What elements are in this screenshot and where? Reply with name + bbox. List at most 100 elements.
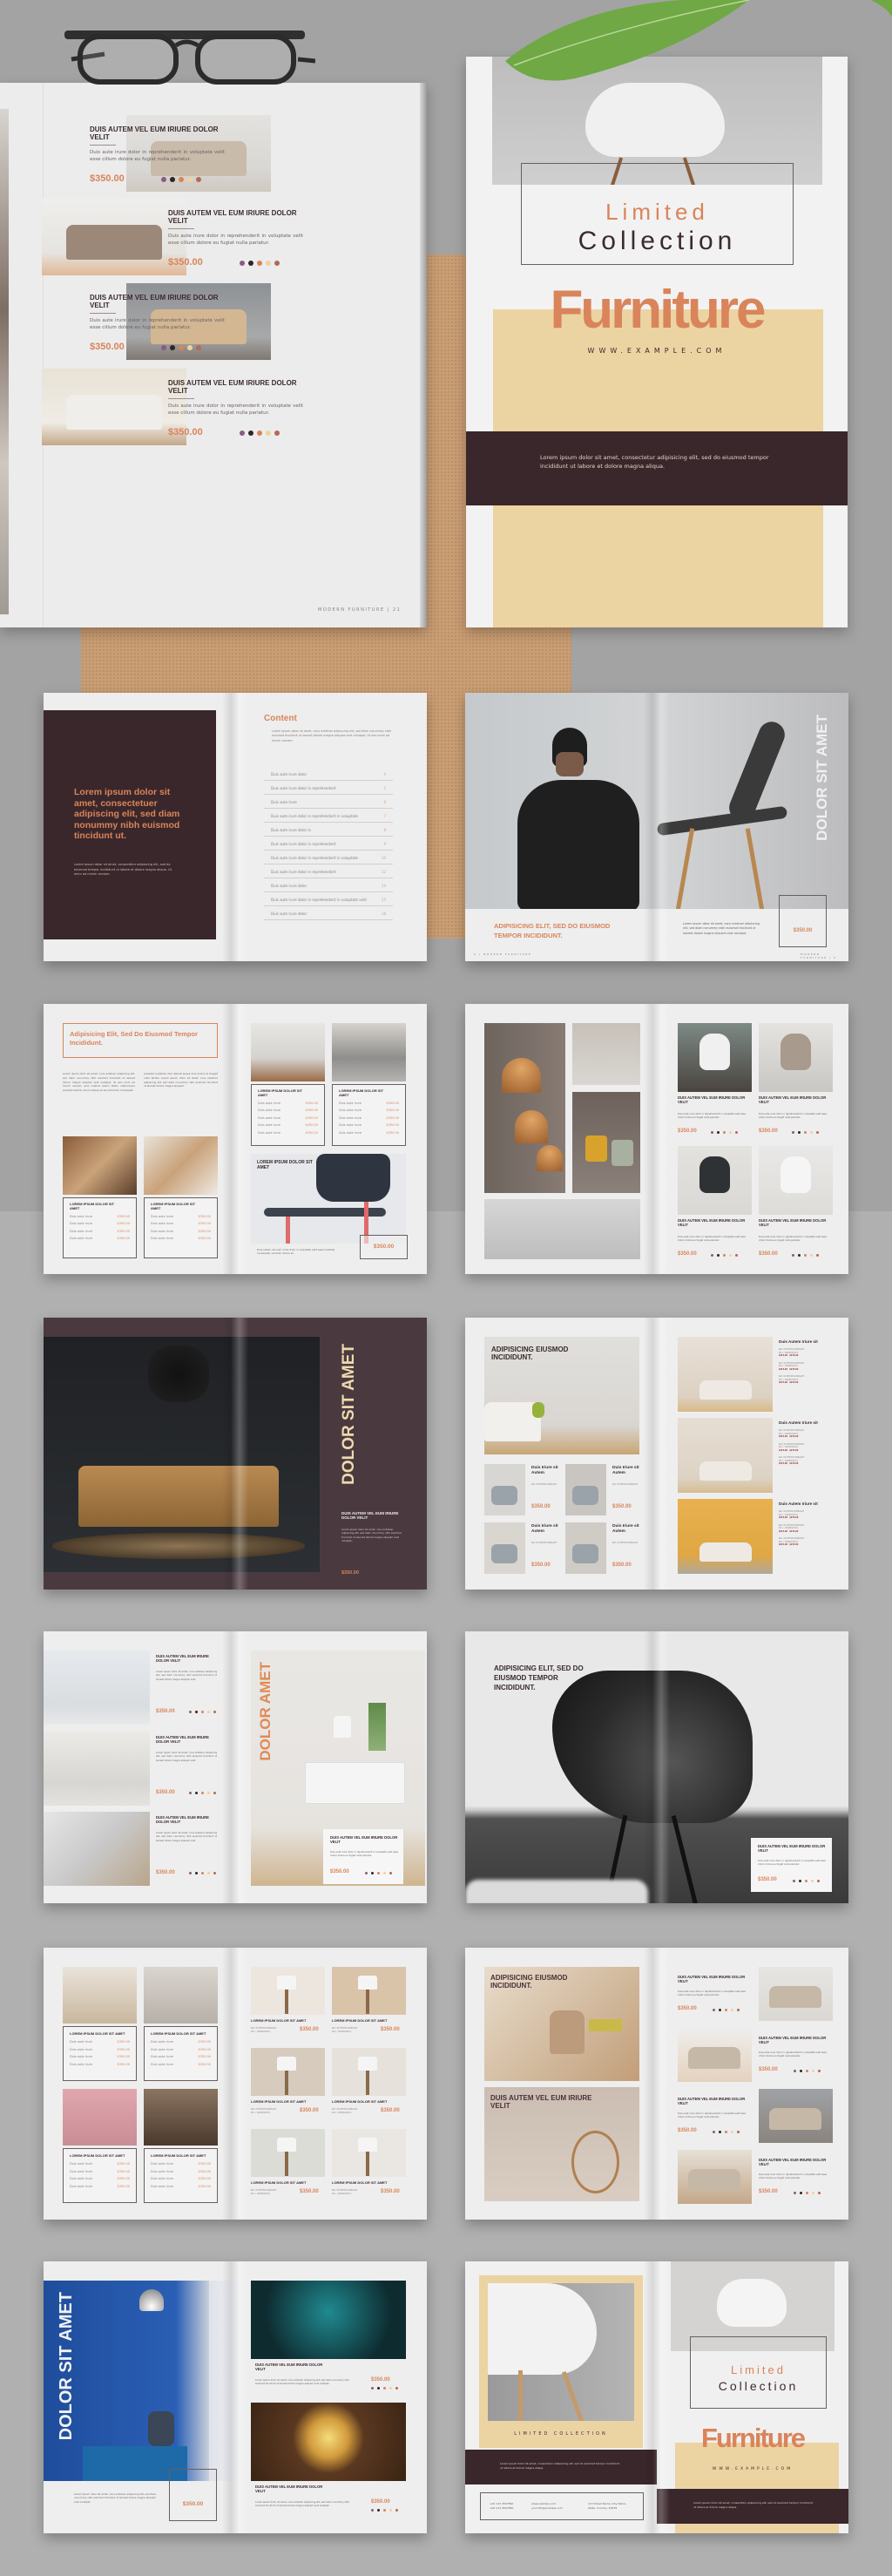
color-swatch[interactable]: #8a5a84 <box>240 430 245 436</box>
color-swatch[interactable]: #d9845a <box>383 2509 386 2512</box>
color-swatch[interactable]: #8a5a84 <box>792 1254 794 1257</box>
color-swatch[interactable]: #b26a55 <box>818 2070 821 2072</box>
toc-item[interactable]: Duis aute irure dolor 18 <box>264 906 393 920</box>
color-swatch[interactable]: #ecd3a2 <box>729 1254 732 1257</box>
cover-url[interactable]: WWW.EXAMPLE.COM <box>466 347 848 355</box>
color-swatch[interactable]: #2f2527 <box>170 345 175 350</box>
color-swatch[interactable]: #d9845a <box>201 1711 204 1713</box>
color-swatch[interactable]: #8a5a84 <box>371 2509 374 2512</box>
front-url[interactable]: WWW.EXAMPLE.COM <box>657 2467 848 2471</box>
color-swatch[interactable]: #2f2527 <box>719 2131 721 2133</box>
color-swatch[interactable]: #8a5a84 <box>161 345 166 350</box>
color-swatch[interactable]: #ecd3a2 <box>383 1872 386 1874</box>
color-swatch[interactable]: #2f2527 <box>170 177 175 182</box>
color-swatch[interactable]: #b26a55 <box>274 430 280 436</box>
toc-item[interactable]: Duis aute irure 6 <box>264 795 393 809</box>
contact-email[interactable]: yourinfo@example.com <box>531 2506 563 2511</box>
color-swatch[interactable]: #d9845a <box>179 177 184 182</box>
color-swatch[interactable]: #b26a55 <box>196 345 201 350</box>
color-swatch[interactable]: #8a5a84 <box>189 1872 192 1874</box>
color-swatch[interactable]: #8a5a84 <box>161 177 166 182</box>
color-swatch[interactable]: #2f2527 <box>800 2070 802 2072</box>
color-swatch[interactable]: #d9845a <box>179 345 184 350</box>
color-swatch[interactable]: #b26a55 <box>213 1792 216 1794</box>
color-swatch[interactable]: #b26a55 <box>817 1880 820 1882</box>
color-swatch[interactable]: #b26a55 <box>816 1254 819 1257</box>
color-swatch[interactable]: #d9845a <box>201 1792 204 1794</box>
color-swatch[interactable]: #d9845a <box>201 1872 204 1874</box>
color-swatch[interactable]: #ecd3a2 <box>266 261 271 266</box>
color-swatch[interactable]: #2f2527 <box>195 1711 198 1713</box>
color-swatch[interactable]: #8a5a84 <box>794 2192 796 2194</box>
color-swatch[interactable]: #2f2527 <box>248 261 253 266</box>
color-swatch[interactable]: #8a5a84 <box>240 261 245 266</box>
toc-item[interactable]: Duis aute irure dolor in reprehenderit 5 <box>264 781 393 795</box>
color-swatch[interactable]: #8a5a84 <box>365 1872 368 1874</box>
color-swatch[interactable]: #d9845a <box>257 261 262 266</box>
color-swatch[interactable]: #ecd3a2 <box>812 2070 814 2072</box>
color-swatch[interactable]: #2f2527 <box>195 1872 198 1874</box>
toc-item[interactable]: Duis aute irure dolor in reprehenderit i… <box>264 851 393 864</box>
color-swatch[interactable]: #ecd3a2 <box>811 1880 814 1882</box>
color-swatch[interactable]: #8a5a84 <box>189 1711 192 1713</box>
color-swatch[interactable]: #d9845a <box>725 2009 727 2011</box>
color-swatch[interactable]: #d9845a <box>723 1254 726 1257</box>
color-swatch[interactable]: #d9845a <box>805 1880 808 1882</box>
color-swatch[interactable]: #b26a55 <box>395 2387 398 2390</box>
color-swatch[interactable]: #b26a55 <box>213 1872 216 1874</box>
color-swatch[interactable]: #2f2527 <box>371 1872 374 1874</box>
color-swatch[interactable]: #8a5a84 <box>794 2070 796 2072</box>
color-swatch[interactable]: #b26a55 <box>818 2192 821 2194</box>
color-swatch[interactable]: #2f2527 <box>798 1254 801 1257</box>
color-swatch[interactable]: #ecd3a2 <box>731 2009 733 2011</box>
color-swatch[interactable]: #ecd3a2 <box>187 177 193 182</box>
color-swatch[interactable]: #2f2527 <box>717 1254 720 1257</box>
color-swatch[interactable]: #ecd3a2 <box>731 2131 733 2133</box>
color-swatch[interactable]: #b26a55 <box>395 2509 398 2512</box>
color-swatch[interactable]: #8a5a84 <box>711 1254 713 1257</box>
color-swatch[interactable]: #8a5a84 <box>713 2009 715 2011</box>
color-swatch[interactable]: #2f2527 <box>195 1792 198 1794</box>
color-swatch[interactable]: #ecd3a2 <box>187 345 193 350</box>
color-swatch[interactable]: #d9845a <box>383 2387 386 2390</box>
color-swatch[interactable]: #ecd3a2 <box>810 1254 813 1257</box>
color-swatch[interactable]: #ecd3a2 <box>266 430 271 436</box>
color-swatch[interactable]: #ecd3a2 <box>389 2509 392 2512</box>
color-swatch[interactable]: #b26a55 <box>735 1254 738 1257</box>
toc-item[interactable]: Duis aute irure dolor in 8 <box>264 823 393 837</box>
toc-item[interactable]: Duis aute irure dolor in reprehenderit 12 <box>264 864 393 878</box>
color-swatch[interactable]: #8a5a84 <box>189 1792 192 1794</box>
color-swatch[interactable]: #d9845a <box>804 1131 807 1134</box>
toc-item[interactable]: Duis aute irure dolor in reprehenderit i… <box>264 809 393 823</box>
color-swatch[interactable]: #d9845a <box>804 1254 807 1257</box>
toc-item[interactable]: Duis aute irure dolor in reprehenderit i… <box>264 892 393 906</box>
color-swatch[interactable]: #2f2527 <box>798 1131 801 1134</box>
color-swatch[interactable]: #8a5a84 <box>713 2131 715 2133</box>
color-swatch[interactable]: #ecd3a2 <box>729 1131 732 1134</box>
color-swatch[interactable]: #d9845a <box>257 430 262 436</box>
color-swatch[interactable]: #2f2527 <box>719 2009 721 2011</box>
color-swatch[interactable]: #d9845a <box>806 2192 808 2194</box>
color-swatch[interactable]: #2f2527 <box>717 1131 720 1134</box>
toc-item[interactable]: Duis aute irure dolor 4 <box>264 767 393 781</box>
color-swatch[interactable]: #ecd3a2 <box>207 1792 210 1794</box>
color-swatch[interactable]: #8a5a84 <box>792 1131 794 1134</box>
color-swatch[interactable]: #8a5a84 <box>371 2387 374 2390</box>
color-swatch[interactable]: #2f2527 <box>377 2387 380 2390</box>
color-swatch[interactable]: #ecd3a2 <box>810 1131 813 1134</box>
color-swatch[interactable]: #ecd3a2 <box>207 1711 210 1713</box>
color-swatch[interactable]: #8a5a84 <box>793 1880 795 1882</box>
color-swatch[interactable]: #b26a55 <box>737 2131 740 2133</box>
color-swatch[interactable]: #d9845a <box>377 1872 380 1874</box>
toc-item[interactable]: Duis aute irure dolor in reprehenderit 9 <box>264 837 393 851</box>
contact-phone-2[interactable]: +00 123 4567890 <box>490 2506 513 2511</box>
color-swatch[interactable]: #2f2527 <box>799 1880 801 1882</box>
color-swatch[interactable]: #2f2527 <box>377 2509 380 2512</box>
color-swatch[interactable]: #2f2527 <box>800 2192 802 2194</box>
color-swatch[interactable]: #b26a55 <box>389 1872 392 1874</box>
color-swatch[interactable]: #ecd3a2 <box>812 2192 814 2194</box>
color-swatch[interactable]: #8a5a84 <box>711 1131 713 1134</box>
color-swatch[interactable]: #b26a55 <box>737 2009 740 2011</box>
color-swatch[interactable]: #d9845a <box>806 2070 808 2072</box>
color-swatch[interactable]: #ecd3a2 <box>389 2387 392 2390</box>
